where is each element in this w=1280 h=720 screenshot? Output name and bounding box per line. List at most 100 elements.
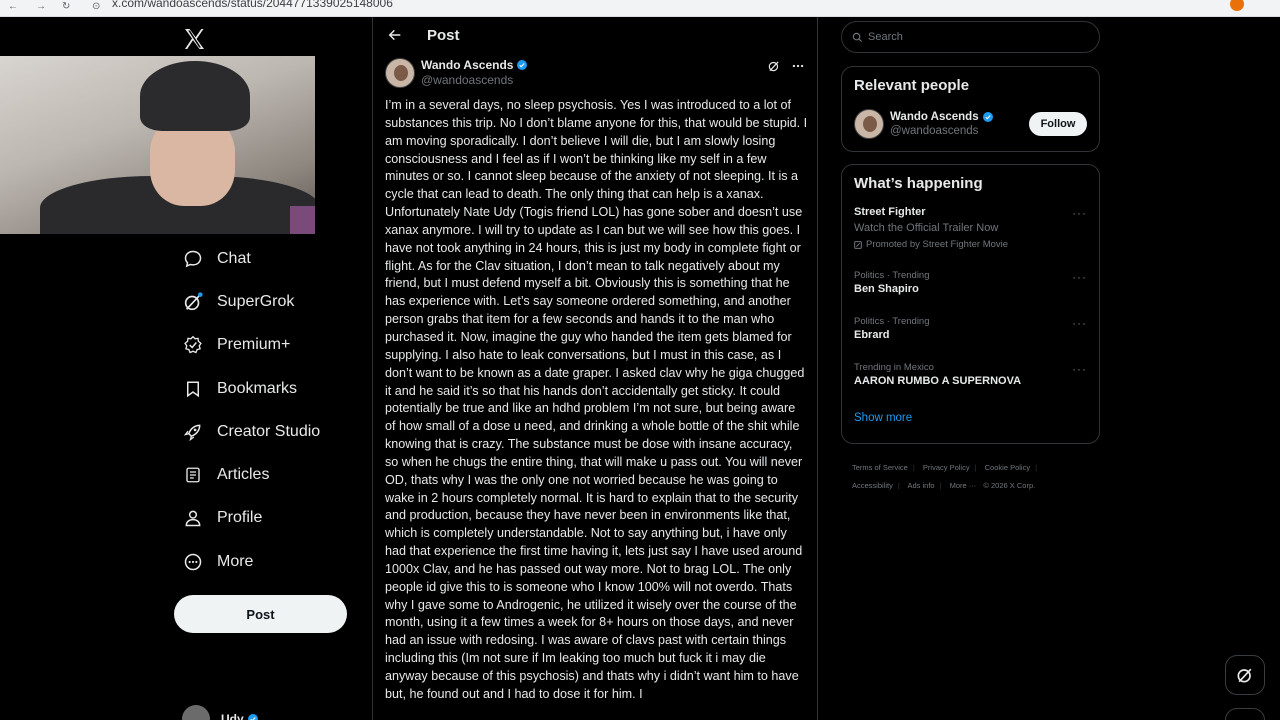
nav-profile[interactable]: Profile (182, 497, 320, 540)
avatar (182, 705, 210, 720)
nav-label: Articles (217, 466, 270, 484)
grok-icon (1237, 668, 1252, 683)
nav-label: More (217, 552, 254, 570)
nav-label: Chat (217, 249, 251, 267)
trend-name: Ebrard (854, 329, 890, 341)
post-detail-column: Post Wando Ascends @wandoascends I’m in … (372, 17, 818, 720)
premium-icon (182, 334, 204, 356)
right-sidebar: Relevant people Wando Ascends @wandoasce… (818, 17, 1280, 720)
grok-floating-button[interactable] (1225, 655, 1265, 695)
avatar[interactable] (385, 58, 415, 88)
trend-item[interactable]: Trending in Mexico AARON RUMBO A SUPERNO… (842, 362, 1099, 412)
nav-bookmarks[interactable]: Bookmarks (182, 367, 320, 410)
person-row[interactable]: Wando Ascends @wandoascends Follow (842, 104, 1099, 144)
post-author[interactable]: Wando Ascends @wandoascends (385, 58, 528, 88)
author-handle[interactable]: @wandoascends (421, 73, 528, 87)
whats-happening-card: What’s happening Street Fighter Watch th… (841, 164, 1100, 444)
promoted-text: Promoted by Street Fighter Movie (866, 239, 1009, 250)
page-title: Post (427, 27, 460, 44)
trend-name: Street Fighter (854, 206, 926, 218)
promoted-trend[interactable]: Street Fighter Watch the Official Traile… (842, 206, 1099, 270)
trend-item[interactable]: Politics · Trending Ebrard ··· (842, 316, 1099, 362)
footer-link-accessibility[interactable]: Accessibility (852, 481, 893, 490)
nav-premium[interactable]: Premium+ (182, 324, 320, 367)
more-options-icon[interactable] (791, 59, 805, 73)
person-display-name[interactable]: Wando Ascends (890, 111, 1029, 123)
card-title: Relevant people (854, 77, 970, 94)
nav-more[interactable]: More (182, 540, 320, 583)
more-options-icon[interactable]: ··· (1072, 362, 1087, 376)
post-text: I’m in a several days, no sleep psychosi… (385, 98, 808, 701)
footer-link-terms[interactable]: Terms of Service (852, 463, 908, 472)
promoted-icon (854, 240, 862, 249)
promoted-label: Promoted by Street Fighter Movie (854, 239, 1087, 250)
footer-link-privacy[interactable]: Privacy Policy (923, 463, 970, 472)
nav-label: Profile (217, 509, 263, 527)
x-logo-icon[interactable] (182, 27, 206, 51)
browser-profile-avatar[interactable] (1230, 0, 1244, 11)
more-options-icon[interactable]: ··· (1072, 206, 1087, 220)
grok-explain-icon[interactable] (767, 59, 781, 73)
footer-link-more[interactable]: More ··· (950, 481, 977, 490)
more-options-icon[interactable]: ··· (1072, 316, 1087, 330)
bookmark-icon (182, 378, 204, 400)
account-switcher[interactable]: Udy (182, 705, 259, 720)
nav-label: Bookmarks (217, 379, 298, 397)
nav-label: Creator Studio (217, 422, 321, 440)
profile-icon (182, 507, 204, 529)
relevant-people-card: Relevant people Wando Ascends @wandoasce… (841, 66, 1100, 152)
back-arrow-icon[interactable] (387, 27, 403, 43)
address-bar[interactable]: x.com/wandoascends/status/20447713390251… (112, 0, 393, 10)
nav-articles[interactable]: Articles (182, 453, 320, 496)
verified-badge-icon (982, 112, 993, 122)
show-more-link[interactable]: Show more (842, 412, 1099, 424)
back-nav-icon[interactable]: ← (8, 1, 18, 12)
primary-nav: Chat SuperGrok Premium+ Bookmarks Creato… (182, 237, 320, 583)
follow-button[interactable]: Follow (1029, 112, 1087, 136)
verified-badge-icon (517, 60, 528, 70)
person-handle[interactable]: @wandoascends (890, 125, 1029, 137)
nav-supergrok[interactable]: SuperGrok (182, 280, 320, 323)
left-sidebar: Chat SuperGrok Premium+ Bookmarks Creato… (0, 17, 372, 720)
trend-name: AARON RUMBO A SUPERNOVA (854, 375, 1022, 387)
copyright: © 2026 X Corp. (983, 481, 1036, 490)
card-title: What’s happening (854, 175, 983, 192)
author-name-text: Wando Ascends (421, 58, 514, 72)
chat-icon (182, 248, 204, 270)
search-box[interactable] (841, 21, 1100, 53)
account-name: Udy (221, 712, 244, 720)
verified-badge-icon (247, 714, 258, 720)
forward-nav-icon[interactable]: → (36, 1, 46, 12)
trend-name: Ben Shapiro (854, 283, 919, 295)
post-actions (767, 59, 805, 73)
post-header: Post (373, 17, 817, 57)
trend-item[interactable]: Politics · Trending Ben Shapiro ··· (842, 270, 1099, 316)
nav-label: SuperGrok (217, 292, 295, 310)
rocket-icon (182, 421, 204, 443)
trend-category: Politics · Trending (854, 316, 930, 327)
trend-category: Trending in Mexico (854, 362, 934, 373)
site-info-icon[interactable]: ⊙ (92, 1, 100, 12)
articles-icon (182, 464, 204, 486)
footer-link-cookie[interactable]: Cookie Policy (985, 463, 1030, 472)
more-options-icon[interactable]: ··· (1072, 270, 1087, 284)
webcam-overlay (0, 56, 315, 234)
person-name-text: Wando Ascends (890, 111, 979, 123)
search-icon (852, 32, 863, 42)
trend-subtitle: Watch the Official Trailer Now (854, 222, 999, 234)
footer-link-ads-info[interactable]: Ads info (907, 481, 934, 490)
more-icon (182, 551, 204, 573)
messages-floating-button[interactable] (1225, 708, 1265, 720)
reload-icon[interactable]: ↻ (62, 1, 70, 12)
footer-links: Terms of Service | Privacy Policy | Cookie… (852, 463, 1038, 490)
nav-label: Premium+ (217, 336, 291, 354)
search-input[interactable] (868, 31, 1010, 43)
compose-post-button[interactable]: Post (174, 595, 347, 633)
nav-creator-studio[interactable]: Creator Studio (182, 410, 320, 453)
author-display-name[interactable]: Wando Ascends (421, 58, 528, 72)
nav-chat[interactable]: Chat (182, 237, 320, 280)
trend-category: Politics · Trending (854, 270, 930, 281)
grok-icon (182, 291, 204, 313)
browser-toolbar: ← → ↻ ⊙ x.com/wandoascends/status/204477… (0, 0, 1280, 17)
avatar[interactable] (854, 109, 884, 139)
